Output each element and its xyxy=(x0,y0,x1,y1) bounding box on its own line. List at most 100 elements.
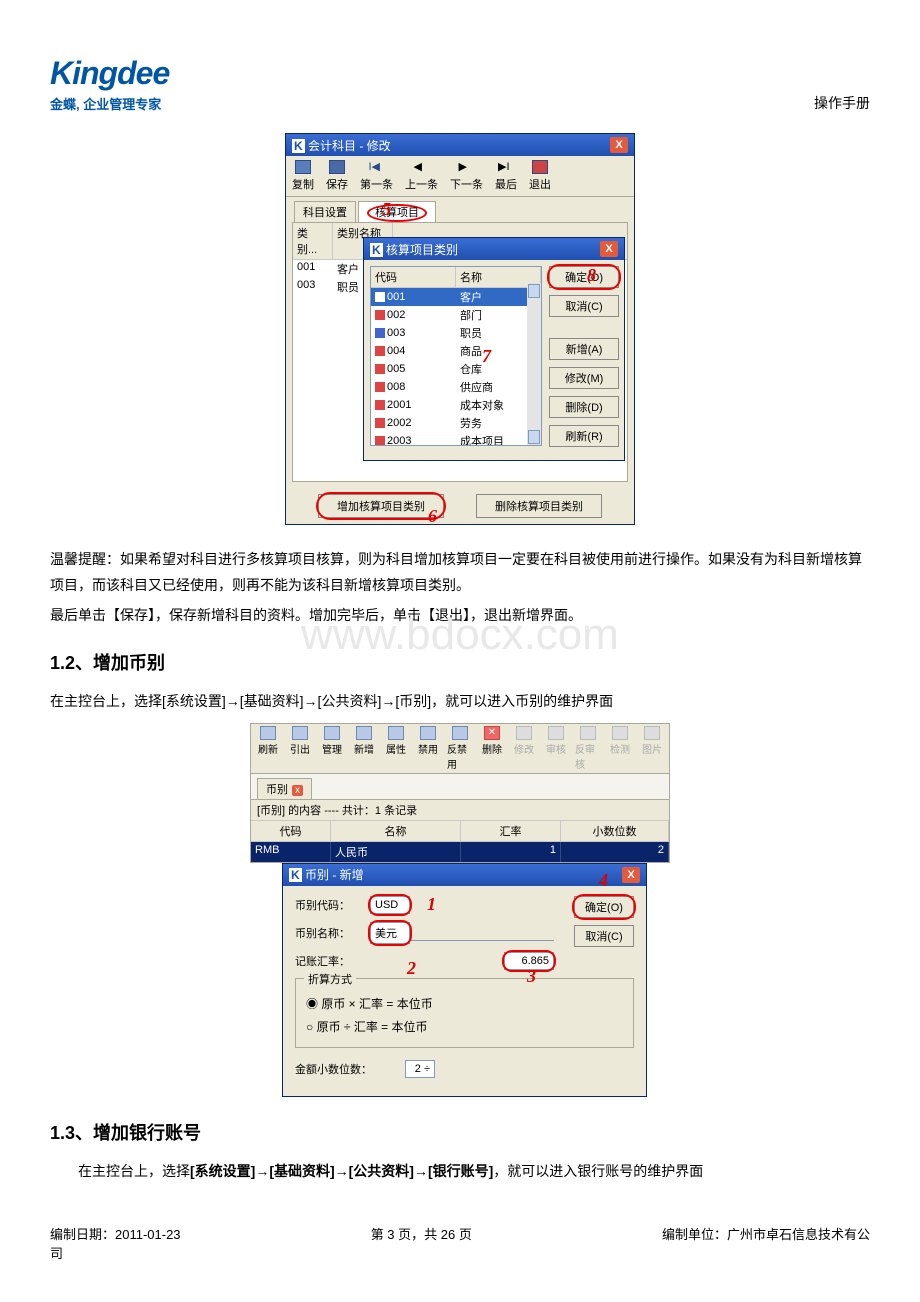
cell: 003 xyxy=(293,278,333,296)
hdr-code: 代码 xyxy=(371,267,456,287)
tb-export[interactable]: 引出 xyxy=(287,726,313,771)
cell-dec: 2 xyxy=(561,842,669,862)
th-code: 类别... xyxy=(293,223,333,259)
cancel-button[interactable]: 取消(C) xyxy=(549,295,619,317)
hd-dec: 小数位数 xyxy=(561,821,669,841)
toolbar: 复制 保存 I◀第一条 ◀上一条 ▶下一条 ▶I最后 退出 xyxy=(286,156,634,197)
add-category-button[interactable]: 增加核算项目类别 xyxy=(318,494,444,518)
spinner-icon[interactable]: ÷ xyxy=(424,1063,430,1075)
currency-add-dialog: K 币别 - 新增 X 4 确定(O) 取消(C) 币别代码： USD 1 xyxy=(282,863,647,1097)
label-code: 币别代码： xyxy=(295,897,370,913)
footer-left: 编制日期：2011-01-23 xyxy=(50,1224,181,1243)
tb-check: 检测 xyxy=(607,726,633,771)
annotation-4: 4 xyxy=(599,870,608,891)
tb-unforbid[interactable]: 反禁用 xyxy=(447,726,473,771)
annotation-1: 1 xyxy=(427,894,436,915)
folder-icon xyxy=(375,382,385,392)
tb-next[interactable]: ▶下一条 xyxy=(450,160,483,192)
table-row[interactable]: RMB 人民币 1 2 xyxy=(251,842,669,862)
list-item[interactable]: 003职员 xyxy=(371,324,541,342)
dialog-buttons: 确定(O) 取消(C) 新增(A) 修改(M) 删除(D) 刷新(R) xyxy=(549,266,619,454)
tb-exit[interactable]: 退出 xyxy=(529,160,551,192)
tab-bar: 币别x xyxy=(250,774,670,799)
paragraph: 在主控台上，选择[系统设置]→[基础资料]→[公共资料]→[币别]，就可以进入币… xyxy=(50,689,870,715)
paragraph: 最后单击【保存】，保存新增科目的资料。增加完毕后，单击【退出】，退出新增界面。 xyxy=(50,603,870,629)
tb-first[interactable]: I◀第一条 xyxy=(360,160,393,192)
radio-multiply[interactable]: ◉ 原币 × 汇率 = 本位币 xyxy=(306,995,623,1012)
hd-code: 代码 xyxy=(251,821,331,841)
tab-row: 科目设置 核算项目 5 xyxy=(286,197,634,222)
radio-divide[interactable]: ○ 原币 ÷ 汇率 = 本位币 xyxy=(306,1018,623,1035)
list-item[interactable]: 2001成本对象 xyxy=(371,396,541,414)
category-list[interactable]: 代码 名称 001客户 002部门 003职员 004商品 005仓库 008供… xyxy=(370,266,542,446)
list-item[interactable]: 2003成本项目 xyxy=(371,432,541,446)
heading-1-2: 1.2、增加币别 xyxy=(50,649,870,675)
main-panel: 类别... 类别名称 001 客户 003 职员 K 核算项目类别 X xyxy=(292,222,628,482)
list-item[interactable]: 001客户 xyxy=(371,288,541,306)
dialog-titlebar: K 核算项目类别 X xyxy=(364,238,624,260)
logo: Kingdee 金蝶, 企业管理专家 xyxy=(50,55,169,113)
modify-button[interactable]: 修改(M) xyxy=(549,367,619,389)
footer-left-2: 司 xyxy=(50,1243,870,1262)
label-rate: 记账汇率： xyxy=(295,953,370,969)
tb-prop[interactable]: 属性 xyxy=(383,726,409,771)
tab-accounting-item[interactable]: 核算项目 xyxy=(358,201,436,222)
currency-window-region: 刷新 引出 管理 新增 属性 禁用 反禁用 ✕删除 修改 审核 反审核 检测 图… xyxy=(250,723,670,1097)
cell: 001 xyxy=(293,260,333,278)
list-item[interactable]: 004商品 xyxy=(371,342,541,360)
label-name: 币别名称： xyxy=(295,925,370,941)
header-right-label: 操作手册 xyxy=(814,93,870,113)
code-input[interactable]: USD xyxy=(370,896,410,914)
delete-button[interactable]: 删除(D) xyxy=(549,396,619,418)
annotation-8: 8 xyxy=(587,265,596,286)
tb-del[interactable]: ✕删除 xyxy=(479,726,505,771)
close-icon[interactable]: X xyxy=(610,137,628,153)
tb-add[interactable]: 新增 xyxy=(351,726,377,771)
folder-icon xyxy=(375,364,385,374)
accounting-category-dialog: K 核算项目类别 X 8 代码 名称 001客户 002部门 003职员 xyxy=(363,237,625,461)
annotation-5: 5 xyxy=(382,199,391,220)
dec-stepper[interactable]: 2 ÷ xyxy=(405,1060,435,1078)
tb-mod: 修改 xyxy=(511,726,537,771)
accounting-subject-window: K 会计科目 - 修改 X 复制 保存 I◀第一条 ◀上一条 ▶下一条 ▶I最后… xyxy=(285,133,635,525)
list-item[interactable]: 002部门 xyxy=(371,306,541,324)
cell-rate: 1 xyxy=(461,842,561,862)
tb-last[interactable]: ▶I最后 xyxy=(495,160,517,192)
dialog-title: K 核算项目类别 xyxy=(370,241,458,258)
tb-forbid[interactable]: 禁用 xyxy=(415,726,441,771)
hd-name: 名称 xyxy=(331,821,461,841)
label-dec: 金额小数位数： xyxy=(295,1061,405,1077)
dialog-titlebar: K 币别 - 新增 X xyxy=(283,864,646,886)
folder-icon xyxy=(375,400,385,410)
add-button[interactable]: 新增(A) xyxy=(549,338,619,360)
conversion-group: 折算方式 ◉ 原币 × 汇率 = 本位币 ○ 原币 ÷ 汇率 = 本位币 xyxy=(295,978,634,1048)
name-input[interactable]: 美元 xyxy=(370,922,410,944)
page-footer: 编制日期：2011-01-23 第 3 页，共 26 页 编制单位：广州市卓石信… xyxy=(50,1224,870,1243)
tab-currency[interactable]: 币别x xyxy=(257,778,312,799)
del-category-button[interactable]: 删除核算项目类别 xyxy=(476,494,602,518)
ok-button[interactable]: 确定(O) xyxy=(549,266,619,288)
tb-prev[interactable]: ◀上一条 xyxy=(405,160,438,192)
close-tab-icon[interactable]: x xyxy=(292,785,303,796)
grid-header: 代码 名称 汇率 小数位数 xyxy=(251,821,669,842)
tb-refresh[interactable]: 刷新 xyxy=(255,726,281,771)
refresh-button[interactable]: 刷新(R) xyxy=(549,425,619,447)
tb-save[interactable]: 保存 xyxy=(326,160,348,192)
annotation-6: 6 xyxy=(428,506,437,527)
tab-subject-setting[interactable]: 科目设置 xyxy=(294,201,356,222)
list-item[interactable]: 008供应商 xyxy=(371,378,541,396)
scrollbar[interactable] xyxy=(527,283,541,445)
currency-grid: [币别] 的内容 ---- 共计：1 条记录 代码 名称 汇率 小数位数 RMB… xyxy=(250,799,670,863)
annotation-7: 7 xyxy=(482,346,491,367)
tb-manage[interactable]: 管理 xyxy=(319,726,345,771)
tb-copy[interactable]: 复制 xyxy=(292,160,314,192)
list-item[interactable]: 005仓库 xyxy=(371,360,541,378)
close-icon[interactable]: X xyxy=(600,241,618,257)
folder-icon xyxy=(375,310,385,320)
hd-rate: 汇率 xyxy=(461,821,561,841)
folder-icon xyxy=(375,292,385,302)
tb-audit: 审核 xyxy=(543,726,569,771)
close-icon[interactable]: X xyxy=(622,867,640,883)
cell-code: RMB xyxy=(251,842,331,862)
list-item[interactable]: 2002劳务 xyxy=(371,414,541,432)
